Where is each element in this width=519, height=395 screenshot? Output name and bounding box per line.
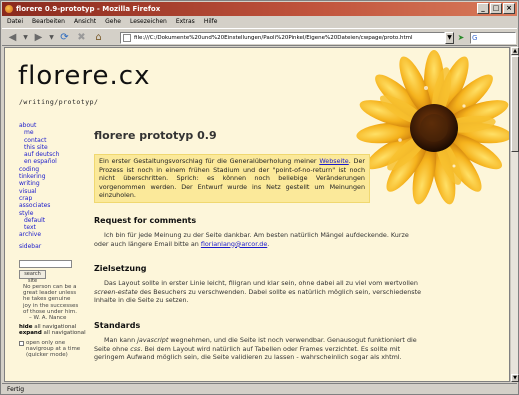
url-dropdown-icon[interactable]: ▼ [445,32,454,44]
menu-go[interactable]: Gehe [105,16,121,28]
sidebar-item-writing[interactable]: writing [19,180,87,187]
section-text-end: des Besuchers zu verschwenden. Dabei sol… [94,287,422,305]
one-navgroup-option[interactable]: open only one navigroup at a time (quick… [19,340,87,359]
quote-text: No person can be a great leader unless h… [23,284,79,315]
site-title: florere.cx [18,61,151,91]
page-title: florere prototyp 0.9 [94,129,217,142]
menu-edit[interactable]: Bearbeiten [32,16,65,28]
hide-nav-link[interactable]: hide [19,324,32,330]
section-text: Man kann javascript wegnehmen, und die S… [94,336,424,362]
site-breadcrumb: /writing/prototyp/ [19,98,99,106]
sidebar-item-tinkering[interactable]: tinkering [19,173,87,180]
section-text: Das Layout sollte in erster Linie leicht… [94,279,424,305]
menu-view[interactable]: Ansicht [74,16,96,28]
section-text-start: Das Layout sollte in erster Linie leicht… [104,279,418,287]
minimize-button[interactable]: _ [477,3,489,14]
google-icon: G [472,34,478,42]
intro-text-start: Ein erster Gestaltungsvorschlag für die … [99,157,320,165]
section-text-end: . [267,239,270,248]
menu-help[interactable]: Hilfe [204,16,218,28]
sidebar-item-me[interactable]: me [19,129,87,136]
sidebar-item-en-espanol[interactable]: en español [19,158,87,165]
section-text: Ich bin für jede Meinung zu der Seite da… [94,231,424,248]
intro-box: Ein erster Gestaltungsvorschlag für die … [94,154,370,203]
url-bar[interactable]: file:///C:/Dokumente%20und%20Einstellung… [120,32,445,44]
sidebar-item-about[interactable]: about [19,122,87,129]
section-text-end: . Bei dem Layout wird natürlich auf Tabe… [94,344,402,362]
nav-toggle-links: hide all navigational expand all navigat… [19,324,87,336]
section-zielsetzung: Zielsetzung Das Layout sollte in erster … [94,264,424,305]
stop-icon[interactable]: ✖ [74,30,89,45]
site-search-input[interactable] [19,260,72,269]
sidebar-item-associates[interactable]: associates [19,202,87,209]
hide-nav-text: all navigational [32,324,77,331]
navigation-toolbar: ◀ ▼ ▶ ▼ ⟳ ✖ ⌂ file:///C:/Dokumente%20und… [2,28,517,46]
page-icon [123,34,131,42]
sidebar-item-text[interactable]: text [19,224,87,231]
back-dropdown-icon[interactable]: ▼ [22,30,29,45]
section-emphasis: css [130,344,141,353]
sidebar-item-style[interactable]: style [19,210,87,217]
section-heading: Zielsetzung [94,264,147,273]
section-heading: Standards [94,321,141,330]
title-bar[interactable]: florere 0.9-prototyp - Mozilla Firefox _… [2,2,517,16]
sidebar-nav: about me contact this site auf deutsch e… [19,122,87,358]
expand-nav-text: all navigational [41,330,86,337]
quote-author: – W. A. Nance [29,315,67,322]
sidebar-item-contact[interactable]: contact [19,137,87,144]
one-navgroup-checkbox[interactable] [19,340,24,346]
window-title: florere 0.9-prototyp - Mozilla Firefox [16,5,161,13]
page-content: florere.cx /writing/prototyp/ about me c… [4,47,510,382]
status-text: Fertig [7,386,25,393]
firefox-icon [5,5,13,13]
search-site-button[interactable]: search site [19,270,46,284]
menu-bookmarks[interactable]: Lesezeichen [130,16,167,28]
section-heading: Request for comments [94,216,197,225]
webseite-link[interactable]: Webseite [319,157,348,165]
vertical-scrollbar[interactable]: ▲ ▼ [510,47,519,382]
menu-tools[interactable]: Extras [176,16,195,28]
maximize-button[interactable]: □ [490,3,502,14]
search-box[interactable]: G [470,32,516,44]
email-link[interactable]: florianlang@arcor.de [201,240,267,248]
home-icon[interactable]: ⌂ [91,30,106,45]
menu-bar: Datei Bearbeiten Ansicht Gehe Lesezeiche… [2,16,517,28]
menu-file[interactable]: Datei [7,16,23,28]
sidebar-item-crap[interactable]: crap [19,195,87,202]
sunflower-image [356,50,509,205]
scroll-up-icon[interactable]: ▲ [511,47,519,55]
go-icon[interactable]: ➤ [455,32,467,44]
sidebar-item-archive[interactable]: archive [19,231,87,238]
close-button[interactable]: × [503,3,515,14]
sidebar-item-auf-deutsch[interactable]: auf deutsch [19,151,87,158]
sidebar-item-visual[interactable]: visual [19,188,87,195]
forward-icon[interactable]: ▶ [31,30,46,45]
section-standards: Standards Man kann javascript wegnehmen,… [94,321,424,362]
status-bar: Fertig [2,383,517,395]
section-request-for-comments: Request for comments Ich bin für jede Me… [94,216,424,248]
sidebar-quote: No person can be a great leader unless h… [19,284,79,321]
expand-nav-link[interactable]: expand [19,330,42,336]
forward-dropdown-icon[interactable]: ▼ [48,30,55,45]
section-emphasis: javascript [137,336,169,344]
scroll-thumb[interactable] [511,56,519,152]
sidebar-item-coding[interactable]: coding [19,166,87,173]
sidebar-item-this-site[interactable]: this site [19,144,87,151]
one-navgroup-label: open only one navigroup at a time (quick… [26,339,81,359]
section-emphasis: screen-estate [94,287,138,296]
back-icon[interactable]: ◀ [5,30,20,45]
sidebar-item-default[interactable]: default [19,217,87,224]
section-text-start: Man kann [104,336,138,344]
reload-icon[interactable]: ⟳ [57,30,72,45]
sidebar-item-sidebar[interactable]: sidebar [19,243,87,250]
browser-window: florere 0.9-prototyp - Mozilla Firefox _… [0,0,519,395]
scroll-down-icon[interactable]: ▼ [511,374,519,382]
url-text: file:///C:/Dokumente%20und%20Einstellung… [134,35,413,41]
